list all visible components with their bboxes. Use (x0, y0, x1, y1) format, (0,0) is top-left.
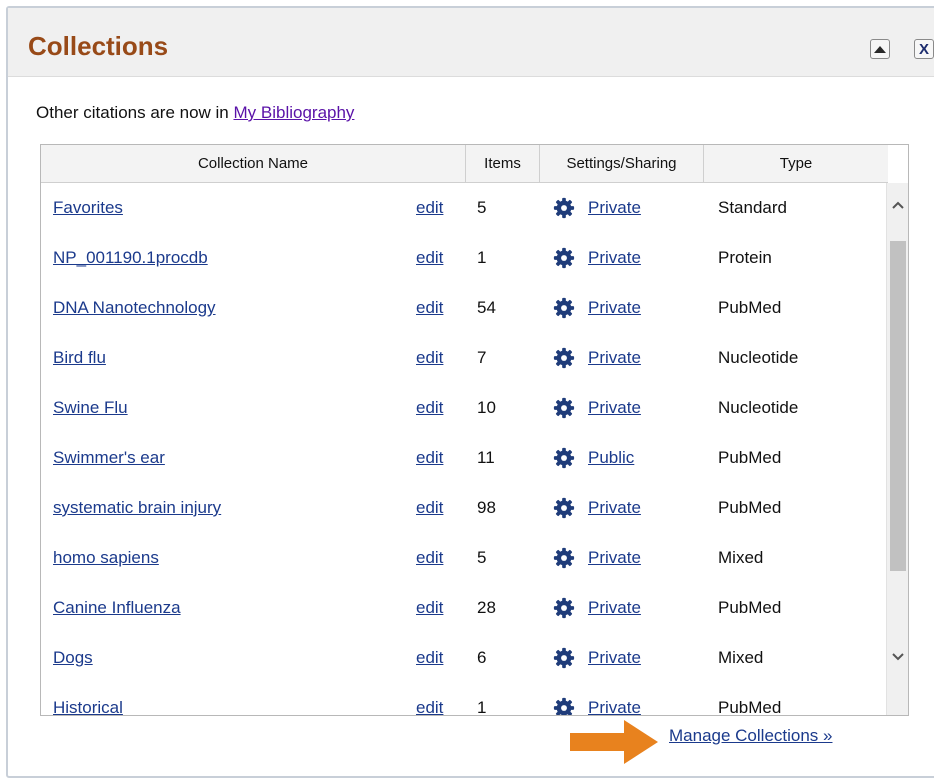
edit-link[interactable]: edit (416, 583, 443, 633)
header-settings-sharing[interactable]: Settings/Sharing (540, 145, 704, 182)
collection-name-link[interactable]: Swine Flu (53, 383, 128, 433)
edit-link[interactable]: edit (416, 183, 443, 233)
collection-type: Nucleotide (718, 398, 799, 417)
table-row: Dogs edit 6 Private Mixed (41, 633, 888, 683)
item-count: 28 (477, 598, 496, 617)
edit-link[interactable]: edit (416, 333, 443, 383)
edit-link[interactable]: edit (416, 483, 443, 533)
sharing-link[interactable]: Private (588, 183, 641, 233)
table-row: DNA Nanotechnology edit 54 Private PubMed (41, 283, 888, 333)
table-row: Historical edit 1 Private PubMed (41, 683, 888, 715)
sharing-link[interactable]: Private (588, 533, 641, 583)
collection-type: PubMed (718, 498, 782, 517)
edit-link[interactable]: edit (416, 633, 443, 683)
vertical-scrollbar[interactable] (886, 183, 908, 715)
table-row: Favorites edit 5 Private Standard (41, 183, 888, 233)
table-row: Swine Flu edit 10 Private Nucleotide (41, 383, 888, 433)
header-type[interactable]: Type (704, 145, 888, 182)
collections-table: Collection Name Items Settings/Sharing T… (40, 144, 909, 716)
item-count: 1 (477, 698, 487, 715)
collection-type: Mixed (718, 548, 764, 567)
gear-icon[interactable] (553, 447, 575, 469)
item-count: 7 (477, 348, 487, 367)
gear-icon[interactable] (553, 597, 575, 619)
item-count: 5 (477, 198, 487, 217)
collection-type: Standard (718, 198, 787, 217)
table-row: NP_001190.1procdb edit 1 Private Protein (41, 233, 888, 283)
collection-name-link[interactable]: Historical (53, 683, 123, 715)
table-row: Bird flu edit 7 Private Nucleotide (41, 333, 888, 383)
notice-text: Other citations are now in (36, 103, 234, 122)
sharing-link[interactable]: Private (588, 483, 641, 533)
collection-name-link[interactable]: Swimmer's ear (53, 433, 165, 483)
edit-link[interactable]: edit (416, 383, 443, 433)
collection-name-link[interactable]: Favorites (53, 183, 123, 233)
edit-link[interactable]: edit (416, 283, 443, 333)
sharing-link[interactable]: Private (588, 683, 641, 715)
edit-link[interactable]: edit (416, 683, 443, 715)
table-row: Canine Influenza edit 28 Private PubMed (41, 583, 888, 633)
item-count: 1 (477, 248, 487, 267)
triangle-up-icon (874, 45, 886, 53)
close-button[interactable]: X (914, 39, 934, 59)
header-collection-name[interactable]: Collection Name (41, 145, 466, 182)
scroll-down-icon[interactable] (890, 649, 906, 665)
table-header: Collection Name Items Settings/Sharing T… (41, 145, 888, 183)
collection-name-link[interactable]: homo sapiens (53, 533, 159, 583)
manage-collections-link[interactable]: Manage Collections » (669, 726, 832, 746)
panel-title: Collections (28, 31, 169, 61)
gear-icon[interactable] (553, 397, 575, 419)
table-row: systematic brain injury edit 98 Private PubM… (41, 483, 888, 533)
collection-type: PubMed (718, 448, 782, 467)
my-bibliography-link[interactable]: My Bibliography (233, 103, 354, 122)
collection-name-link[interactable]: Bird flu (53, 333, 106, 383)
collection-type: PubMed (718, 298, 782, 317)
item-count: 5 (477, 548, 487, 567)
gear-icon[interactable] (553, 547, 575, 569)
collection-type: PubMed (718, 598, 782, 617)
collection-type: Protein (718, 248, 772, 267)
collection-name-link[interactable]: Canine Influenza (53, 583, 181, 633)
scroll-up-icon[interactable] (890, 197, 906, 213)
collection-name-link[interactable]: systematic brain injury (53, 483, 221, 533)
collapse-button[interactable] (870, 39, 890, 59)
sharing-link[interactable]: Private (588, 333, 641, 383)
table-row: Swimmer's ear edit 11 Public PubMed (41, 433, 888, 483)
item-count: 54 (477, 298, 496, 317)
gear-icon[interactable] (553, 647, 575, 669)
item-count: 6 (477, 648, 487, 667)
edit-link[interactable]: edit (416, 433, 443, 483)
sharing-link[interactable]: Private (588, 583, 641, 633)
bibliography-notice: Other citations are now in My Bibliograp… (36, 103, 354, 123)
collection-name-link[interactable]: NP_001190.1procdb (53, 233, 208, 283)
sharing-link[interactable]: Private (588, 233, 641, 283)
sharing-link[interactable]: Private (588, 383, 641, 433)
collection-type: Mixed (718, 648, 764, 667)
gear-icon[interactable] (553, 497, 575, 519)
item-count: 11 (477, 448, 495, 467)
collection-name-link[interactable]: Dogs (53, 633, 93, 683)
collection-type: Nucleotide (718, 348, 799, 367)
orange-arrow-icon (570, 720, 658, 764)
sharing-link[interactable]: Private (588, 633, 641, 683)
table-body: Favorites edit 5 Private Standard NP_001190.1… (41, 183, 888, 715)
panel-header: Collections X (8, 8, 934, 77)
table-row: homo sapiens edit 5 Private Mixed (41, 533, 888, 583)
close-icon: X (918, 40, 929, 58)
gear-icon[interactable] (553, 347, 575, 369)
edit-link[interactable]: edit (416, 533, 443, 583)
gear-icon[interactable] (553, 197, 575, 219)
header-items[interactable]: Items (466, 145, 540, 182)
scrollbar-thumb[interactable] (890, 241, 906, 571)
sharing-link[interactable]: Private (588, 283, 641, 333)
gear-icon[interactable] (553, 697, 575, 715)
gear-icon[interactable] (553, 297, 575, 319)
item-count: 10 (477, 398, 496, 417)
item-count: 98 (477, 498, 496, 517)
gear-icon[interactable] (553, 247, 575, 269)
sharing-link[interactable]: Public (588, 433, 634, 483)
collection-name-link[interactable]: DNA Nanotechnology (53, 283, 216, 333)
edit-link[interactable]: edit (416, 233, 443, 283)
collection-type: PubMed (718, 698, 782, 715)
